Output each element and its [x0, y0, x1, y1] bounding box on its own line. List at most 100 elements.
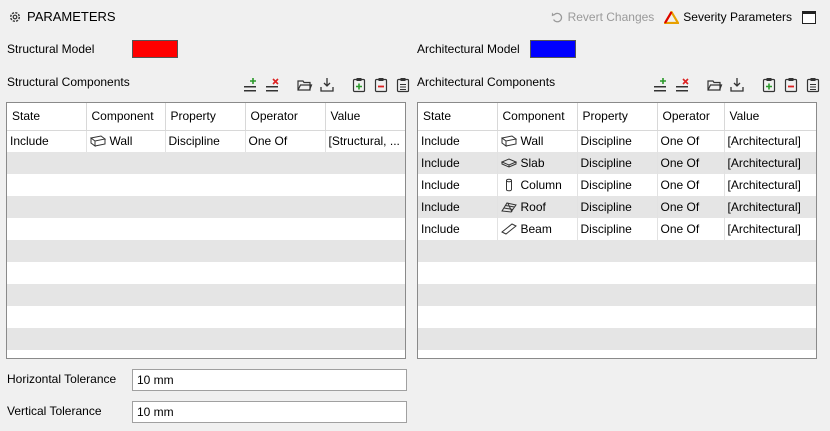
state-cell[interactable]: Include [418, 174, 498, 196]
empty-row [7, 196, 405, 218]
vertical-tolerance-label: Vertical Tolerance [7, 404, 102, 418]
empty-row [7, 262, 405, 284]
wall-icon [89, 135, 106, 148]
empty-row [418, 306, 816, 328]
state-cell[interactable]: Include [418, 152, 498, 174]
value-cell[interactable]: [Architectural] [724, 196, 816, 218]
property-cell[interactable]: Discipline [165, 130, 246, 152]
operator-cell[interactable]: One Of [657, 130, 725, 152]
architectural-model-color-swatch[interactable] [530, 40, 576, 58]
open-folder-icon[interactable] [707, 77, 723, 93]
component-cell[interactable]: Slab [497, 152, 578, 174]
structural-components-label: Structural Components [7, 75, 130, 89]
revert-changes-button[interactable]: Revert Changes [551, 10, 654, 24]
component-cell[interactable]: Roof [497, 196, 578, 218]
component-cell[interactable]: Wall [86, 130, 166, 152]
column-header-operator[interactable]: Operator [245, 103, 326, 131]
value-cell[interactable]: [Architectural] [724, 130, 816, 152]
add-row-icon[interactable] [243, 77, 259, 93]
component-cell[interactable]: Column [497, 174, 578, 196]
empty-row [7, 152, 405, 174]
structural-model-label: Structural Model [7, 42, 95, 56]
list-clipboard-icon[interactable] [805, 77, 821, 93]
table-row[interactable]: Include Slab Discipline One Of [Architec… [418, 152, 816, 174]
table-header-row: State Component Property Operator Value [7, 103, 405, 131]
table-row[interactable]: Include Wall Discipline One Of [Architec… [418, 130, 816, 152]
download-icon[interactable] [319, 77, 335, 93]
component-cell[interactable]: Wall [497, 130, 578, 152]
empty-row [7, 328, 405, 350]
column-header-operator[interactable]: Operator [657, 103, 725, 131]
panel-title: PARAMETERS [8, 9, 116, 24]
component-label: Beam [520, 222, 552, 236]
column-header-value[interactable]: Value [325, 103, 405, 131]
component-label: Slab [520, 156, 545, 170]
architectural-toolbar [653, 77, 821, 93]
column-header-state[interactable]: State [418, 103, 498, 131]
horizontal-tolerance-input[interactable] [132, 369, 407, 391]
operator-cell[interactable]: One Of [657, 152, 725, 174]
table-row[interactable]: Include Roof Discipline One Of [Architec… [418, 196, 816, 218]
structural-components-table: State Component Property Operator Value … [6, 102, 406, 359]
horizontal-tolerance-label: Horizontal Tolerance [7, 372, 117, 386]
value-cell[interactable]: [Architectural] [724, 174, 816, 196]
state-cell[interactable]: Include [418, 130, 498, 152]
architectural-components-label: Architectural Components [417, 75, 556, 89]
column-header-property[interactable]: Property [577, 103, 658, 131]
empty-row [7, 240, 405, 262]
column-header-state[interactable]: State [7, 103, 87, 131]
maximize-window-button[interactable] [802, 11, 816, 24]
column-header-property[interactable]: Property [165, 103, 246, 131]
undo-icon [551, 11, 564, 24]
empty-row [7, 174, 405, 196]
operator-cell[interactable]: One Of [657, 196, 725, 218]
column-header-value[interactable]: Value [724, 103, 816, 131]
property-cell[interactable]: Discipline [577, 152, 658, 174]
value-cell[interactable]: [Structural, ... [325, 130, 405, 152]
vertical-tolerance-input[interactable] [132, 401, 407, 423]
severity-parameters-button[interactable]: Severity Parameters [664, 10, 792, 24]
remove-clipboard-icon[interactable] [373, 77, 389, 93]
table-row[interactable]: Include Column Discipline One Of [Archit… [418, 174, 816, 196]
table-row[interactable]: Include Beam Discipline One Of [Architec… [418, 218, 816, 240]
header-actions: Revert Changes Severity Parameters [551, 10, 792, 24]
beam-icon [500, 223, 517, 235]
state-cell[interactable]: Include [7, 130, 87, 152]
column-header-component[interactable]: Component [497, 103, 578, 131]
state-cell[interactable]: Include [418, 218, 498, 240]
value-cell[interactable]: [Architectural] [724, 218, 816, 240]
operator-cell[interactable]: One Of [657, 218, 725, 240]
severity-triangle-icon [664, 10, 680, 24]
property-cell[interactable]: Discipline [577, 174, 658, 196]
slab-icon [500, 157, 517, 169]
severity-parameters-label: Severity Parameters [683, 10, 792, 24]
state-cell[interactable]: Include [418, 196, 498, 218]
wall-icon [500, 135, 517, 148]
property-cell[interactable]: Discipline [577, 218, 658, 240]
property-cell[interactable]: Discipline [577, 196, 658, 218]
list-clipboard-icon[interactable] [395, 77, 411, 93]
table-row[interactable]: Include Wall Discipline One Of [Structur… [7, 130, 405, 152]
add-clipboard-icon[interactable] [761, 77, 777, 93]
remove-clipboard-icon[interactable] [783, 77, 799, 93]
gear-icon [8, 10, 22, 24]
table-header-row: State Component Property Operator Value [418, 103, 816, 131]
remove-row-icon[interactable] [265, 77, 281, 93]
structural-model-color-swatch[interactable] [132, 40, 178, 58]
column-header-component[interactable]: Component [86, 103, 166, 131]
component-cell[interactable]: Beam [497, 218, 578, 240]
add-clipboard-icon[interactable] [351, 77, 367, 93]
empty-row [418, 240, 816, 262]
operator-cell[interactable]: One Of [245, 130, 326, 152]
value-cell[interactable]: [Architectural] [724, 152, 816, 174]
property-cell[interactable]: Discipline [577, 130, 658, 152]
operator-cell[interactable]: One Of [657, 174, 725, 196]
add-row-icon[interactable] [653, 77, 669, 93]
remove-row-icon[interactable] [675, 77, 691, 93]
architectural-model-label: Architectural Model [417, 42, 520, 56]
open-folder-icon[interactable] [297, 77, 313, 93]
empty-row [418, 284, 816, 306]
empty-row [7, 218, 405, 240]
download-icon[interactable] [729, 77, 745, 93]
roof-icon [500, 201, 517, 213]
